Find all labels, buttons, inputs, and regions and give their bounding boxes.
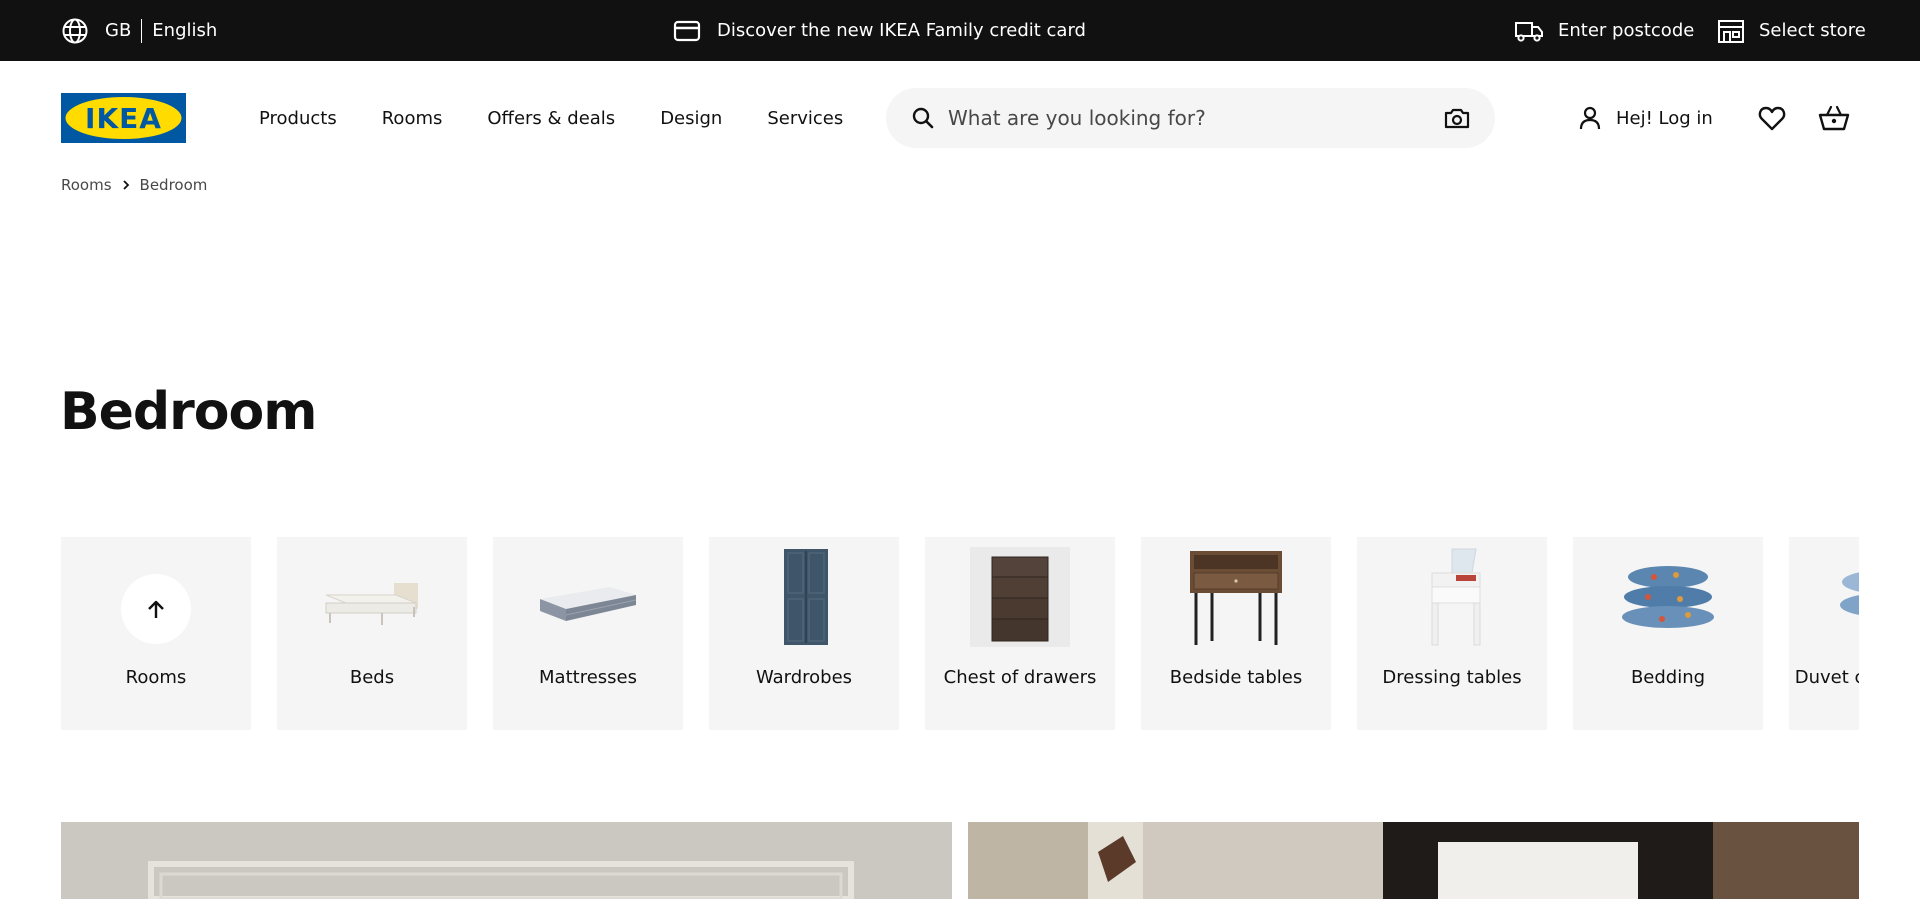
search-bar bbox=[886, 88, 1495, 148]
nav-offers-deals[interactable]: Offers & deals bbox=[487, 108, 615, 129]
hero-image-left[interactable] bbox=[61, 822, 952, 899]
category-carousel: Rooms Beds Mattresses Wardrobes Chest of… bbox=[61, 537, 1859, 730]
bedroom-photo-right bbox=[968, 822, 1859, 899]
category-card-bedding[interactable]: Bedding bbox=[1573, 537, 1763, 730]
category-label: Dressing tables bbox=[1382, 667, 1522, 688]
bedroom-photo-left bbox=[61, 822, 952, 899]
mattress-icon bbox=[540, 587, 637, 621]
nav-products[interactable]: Products bbox=[259, 108, 337, 129]
category-card-mattresses[interactable]: Mattresses bbox=[493, 537, 683, 730]
breadcrumb-bedroom[interactable]: Bedroom bbox=[140, 176, 208, 194]
delivery-truck-icon bbox=[1515, 21, 1543, 42]
category-label: Bedside tables bbox=[1169, 667, 1303, 688]
hero-image-right[interactable] bbox=[968, 822, 1859, 899]
breadcrumb: Rooms Bedroom bbox=[61, 176, 207, 194]
category-thumb bbox=[106, 547, 206, 647]
language-label: English bbox=[152, 20, 218, 41]
category-thumb bbox=[538, 547, 638, 647]
category-card-dressing-tables[interactable]: Dressing tables bbox=[1357, 537, 1547, 730]
category-label: Duvet covers & bed bbox=[1794, 667, 1859, 688]
user-icon bbox=[1579, 106, 1601, 130]
family-credit-card-link[interactable]: Discover the new IKEA Family credit card bbox=[673, 0, 1086, 61]
nav-rooms[interactable]: Rooms bbox=[382, 108, 443, 129]
logo-text: IKEA bbox=[85, 102, 162, 135]
language-divider bbox=[141, 18, 143, 43]
language-selector[interactable]: GB English bbox=[61, 0, 217, 61]
bedside-table-icon bbox=[1190, 551, 1282, 645]
category-thumb bbox=[1186, 547, 1286, 647]
category-card-chest-of-drawers[interactable]: Chest of drawers bbox=[925, 537, 1115, 730]
category-card-wardrobes[interactable]: Wardrobes bbox=[709, 537, 899, 730]
category-card-bedside-tables[interactable]: Bedside tables bbox=[1141, 537, 1331, 730]
promo-text: Discover the new IKEA Family credit card bbox=[717, 20, 1086, 41]
breadcrumb-rooms[interactable]: Rooms bbox=[61, 176, 112, 194]
category-label: Wardrobes bbox=[755, 667, 853, 688]
drawers-icon bbox=[970, 547, 1070, 647]
arrow-up-circle bbox=[121, 574, 191, 644]
ikea-logo[interactable]: IKEA bbox=[61, 93, 186, 143]
category-card-beds[interactable]: Beds bbox=[277, 537, 467, 730]
nav-services[interactable]: Services bbox=[767, 108, 843, 129]
store-icon bbox=[1718, 19, 1744, 43]
page-title: Bedroom bbox=[60, 382, 317, 442]
wardrobe-icon bbox=[784, 549, 828, 645]
globe-icon bbox=[62, 18, 88, 43]
login-label: Hej! Log in bbox=[1616, 107, 1713, 129]
enter-postcode-button[interactable]: Enter postcode bbox=[1514, 0, 1694, 61]
category-thumb bbox=[322, 547, 422, 647]
category-label: Beds bbox=[349, 667, 395, 688]
camera-search-icon[interactable] bbox=[1443, 105, 1471, 131]
postcode-label: Enter postcode bbox=[1558, 20, 1695, 41]
store-label: Select store bbox=[1759, 20, 1866, 41]
country-code: GB bbox=[105, 20, 132, 41]
main-nav: Products Rooms Offers & deals Design Ser… bbox=[259, 100, 843, 136]
category-label: Bedding bbox=[1630, 667, 1706, 688]
category-label: Chest of drawers bbox=[943, 667, 1097, 688]
search-input[interactable] bbox=[948, 88, 1418, 148]
category-thumb bbox=[1834, 547, 1859, 647]
category-card-rooms[interactable]: Rooms bbox=[61, 537, 251, 730]
shopping-basket-icon[interactable] bbox=[1818, 103, 1850, 133]
login-button[interactable]: Hej! Log in bbox=[1576, 100, 1713, 136]
arrow-up-icon bbox=[148, 600, 164, 618]
category-thumb bbox=[1402, 547, 1502, 647]
nav-design[interactable]: Design bbox=[660, 108, 722, 129]
heart-icon[interactable] bbox=[1757, 103, 1787, 133]
category-thumb bbox=[754, 547, 854, 647]
dressing-table-icon bbox=[1431, 548, 1481, 646]
credit-card-icon bbox=[673, 20, 701, 41]
bedding-icon bbox=[1622, 566, 1714, 628]
category-thumb bbox=[1618, 547, 1718, 647]
top-bar: GB English Discover the new IKEA Family … bbox=[0, 0, 1920, 61]
duvet-icon bbox=[1840, 572, 1859, 615]
category-label: Rooms bbox=[125, 667, 187, 688]
chevron-right-icon bbox=[122, 180, 129, 190]
category-card-duvet-covers[interactable]: Duvet covers & bed bbox=[1789, 537, 1859, 730]
category-thumb bbox=[970, 547, 1070, 647]
category-label: Mattresses bbox=[539, 667, 637, 688]
search-icon[interactable] bbox=[910, 105, 936, 131]
select-store-button[interactable]: Select store bbox=[1717, 0, 1866, 61]
bed-icon bbox=[325, 583, 418, 625]
